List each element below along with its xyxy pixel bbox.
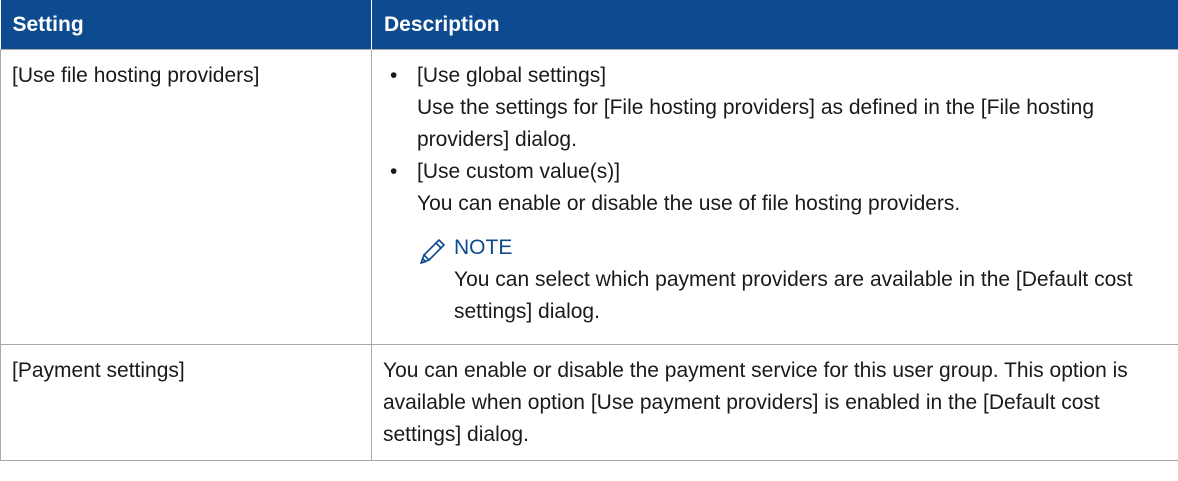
option-title: [Use global settings] (417, 64, 607, 87)
table-row: [Payment settings] You can enable or dis… (0, 344, 1178, 461)
bullet: • (390, 64, 398, 87)
description-cell: You can enable or disable the payment se… (371, 344, 1178, 461)
table-row: [Use file hosting providers] • [Use glob… (0, 49, 1178, 345)
pencil-note-icon (420, 239, 445, 264)
option-text: You can enable or disable the use of fil… (417, 192, 961, 215)
option-title: [Use custom value(s)] (417, 160, 621, 183)
option-item: • [Use custom value(s)] You can enable o… (390, 156, 1167, 220)
setting-name: [Use file hosting providers] (12, 64, 260, 87)
table-header-row: Setting Description (0, 0, 1178, 50)
description-cell: • [Use global settings] Use the settings… (371, 49, 1178, 345)
setting-name: [Payment settings] (12, 359, 185, 382)
settings-table: Setting Description [Use file hosting pr… (0, 0, 1178, 461)
note-title: NOTE (454, 236, 513, 259)
description-text: You can enable or disable the payment se… (383, 359, 1128, 446)
column-header-setting: Setting (0, 0, 372, 50)
bullet: • (390, 160, 398, 183)
option-item: • [Use global settings] Use the settings… (390, 60, 1167, 156)
note-block: NOTE You can select which payment provid… (417, 232, 1167, 328)
setting-cell: [Use file hosting providers] (0, 49, 372, 345)
setting-cell: [Payment settings] (0, 344, 372, 461)
option-list: • [Use global settings] Use the settings… (390, 60, 1167, 220)
option-text: Use the settings for [File hosting provi… (417, 96, 1095, 151)
note-text: You can select which payment providers a… (454, 268, 1133, 323)
column-header-description: Description (371, 0, 1178, 50)
